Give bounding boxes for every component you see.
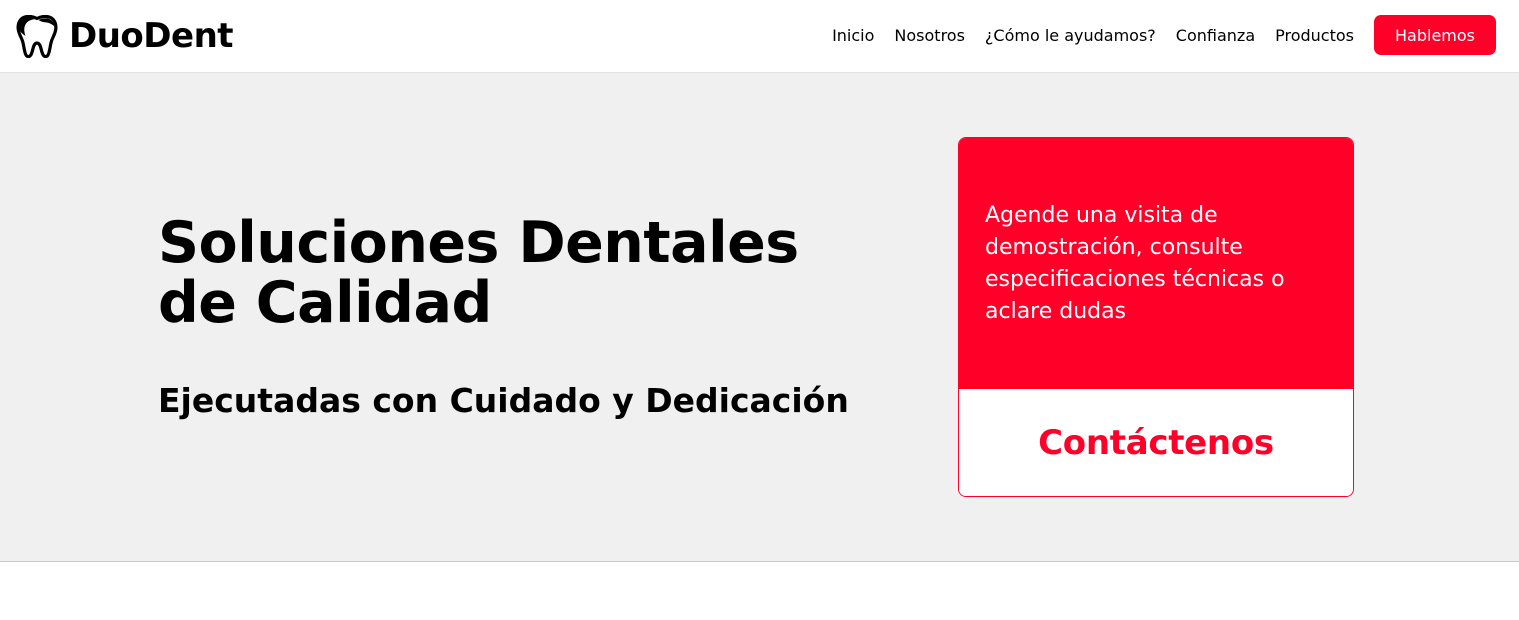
brand-logo-link[interactable]: DuoDent [16,14,234,58]
nav-link-productos[interactable]: Productos [1275,26,1354,45]
hablemos-button[interactable]: Hablemos [1374,15,1496,55]
tooth-icon [16,14,58,58]
nav-link-nosotros[interactable]: Nosotros [894,26,965,45]
brand-name: DuoDent [69,16,234,56]
hero-subtitle: Ejecutadas con Cuidado y Dedicación [158,381,849,420]
contact-card-banner: Agende una visita de demostración, consu… [959,138,1353,389]
nav-link-como-le-ayudamos[interactable]: ¿Cómo le ayudamos? [985,26,1156,45]
nav-link-confianza[interactable]: Confianza [1176,26,1255,45]
hero-title: Soluciones Dentales de Calidad [158,210,799,336]
nav-link-inicio[interactable]: Inicio [832,26,874,45]
contactenos-link[interactable]: Contáctenos [1038,423,1274,463]
main-nav: Inicio Nosotros ¿Cómo le ayudamos? Confi… [832,15,1496,55]
contact-card: Agende una visita de demostración, consu… [958,137,1354,497]
contact-card-footer: Contáctenos [959,389,1353,496]
hero-section: Soluciones Dentales de Calidad Ejecutada… [0,73,1519,562]
site-header: DuoDent Inicio Nosotros ¿Cómo le ayudamo… [0,0,1519,73]
contact-card-text: Agende una visita de demostración, consu… [985,203,1285,324]
